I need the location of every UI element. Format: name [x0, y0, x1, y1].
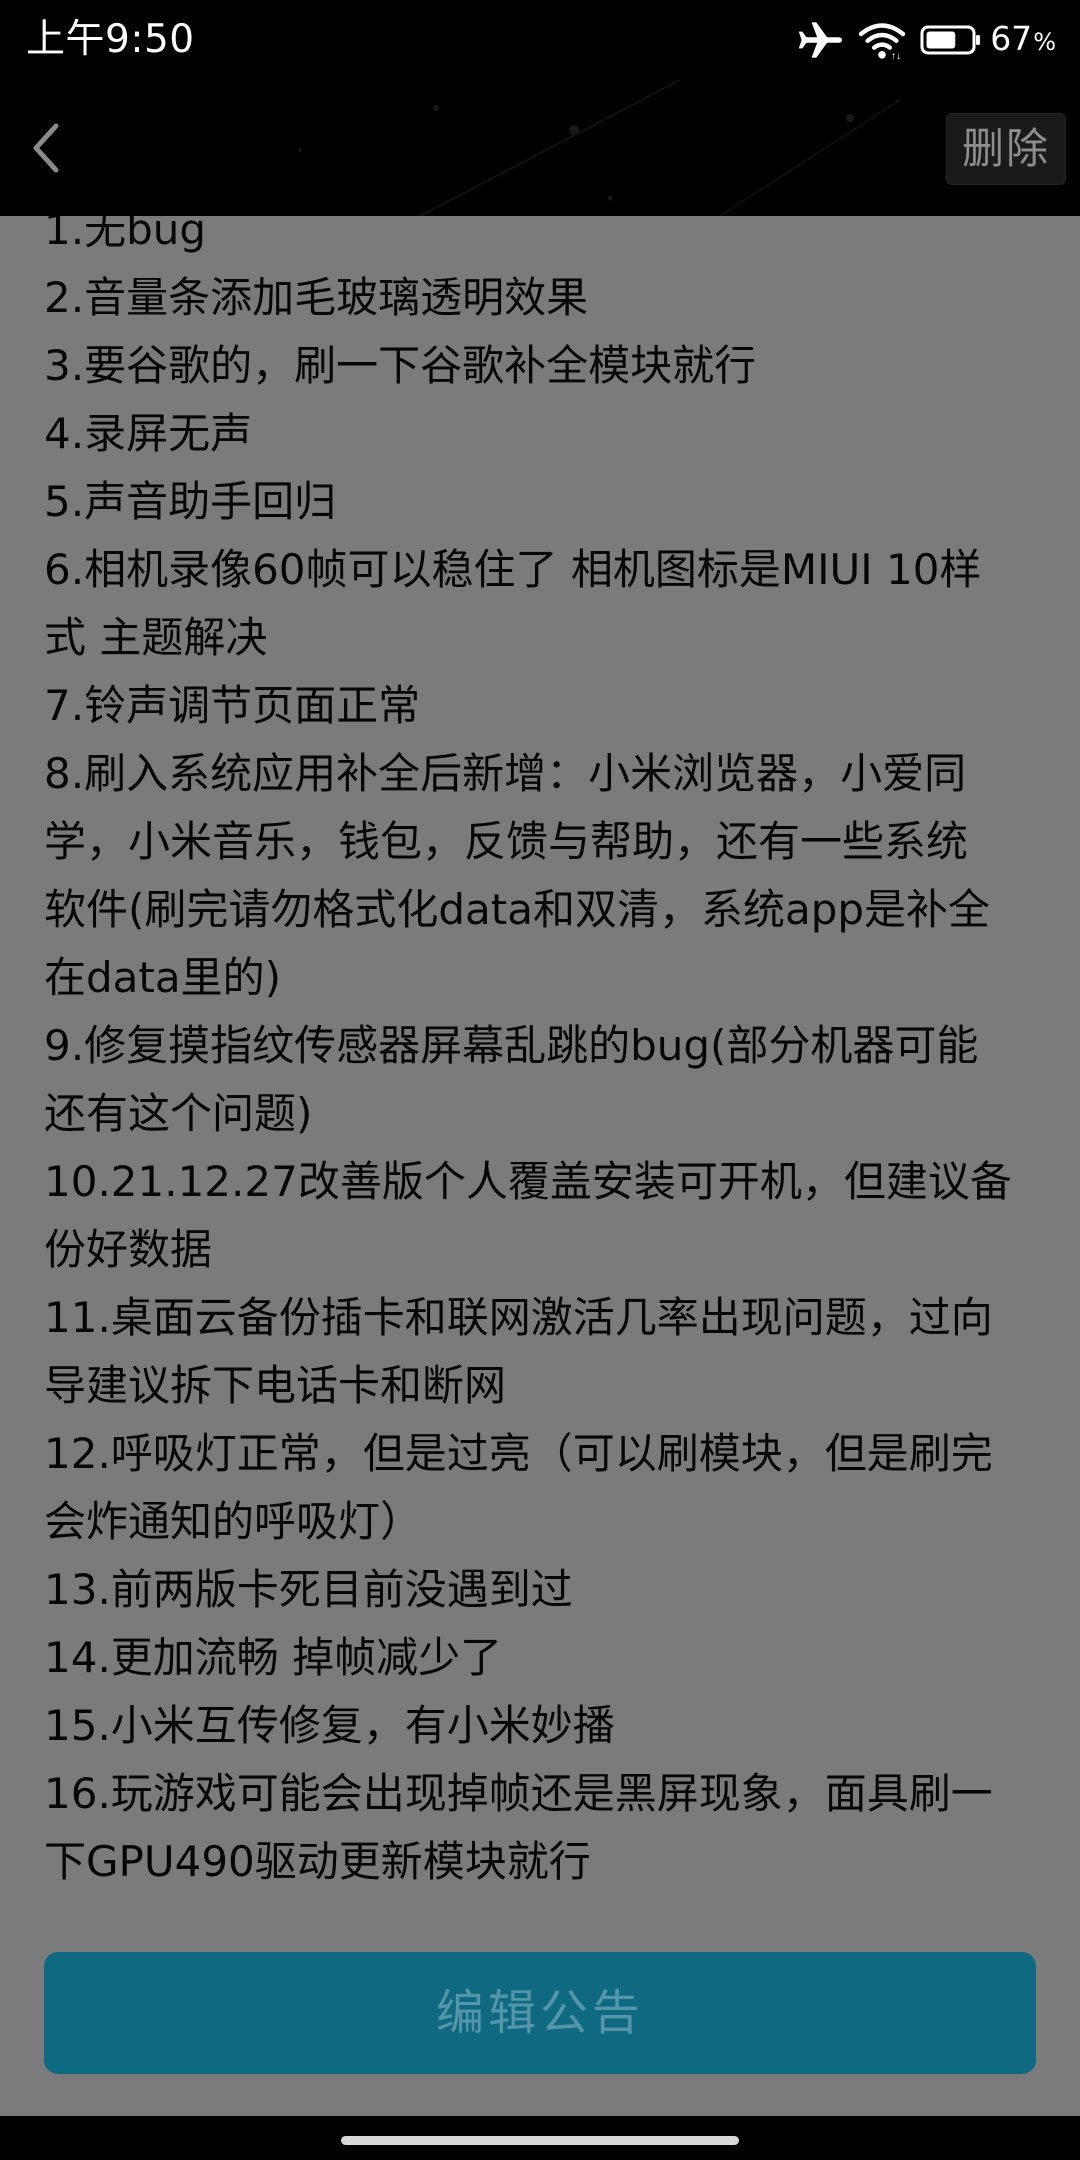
announcement-line: 6.相机录像60帧可以稳住了 相机图标是MIUI 10样: [44, 545, 982, 594]
battery-icon: [920, 23, 982, 57]
delete-button[interactable]: 删除: [946, 113, 1066, 185]
back-button[interactable]: [14, 112, 78, 184]
announcement-line: 导建议拆下电话卡和断网: [44, 1361, 507, 1410]
status-bar: 上午9:50 ↑↓ 67%: [0, 0, 1080, 80]
home-indicator[interactable]: [341, 2136, 739, 2145]
announcement-line: 10.21.12.27改善版个人覆盖安装可开机，但建议备: [44, 1157, 1012, 1206]
announcement-line: 学，小米音乐，钱包，反馈与帮助，还有一些系统: [44, 817, 969, 866]
announcement-line: 2.音量条添加毛玻璃透明效果: [44, 273, 589, 322]
chevron-left-icon: [33, 123, 59, 173]
announcement-line: 3.要谷歌的，刷一下谷歌补全模块就行: [44, 341, 757, 390]
announcement-line: 14.更加流畅 掉帧减少了: [44, 1633, 503, 1682]
navigation-bar: [0, 2116, 1080, 2160]
wifi-icon: ↑↓: [858, 20, 906, 60]
announcement-line: 还有这个问题): [44, 1089, 313, 1138]
announcement-line: 16.玩游戏可能会出现掉帧还是黑屏现象，面具刷一: [44, 1769, 993, 1818]
announcement-line: 7.铃声调节页面正常: [44, 681, 421, 730]
announcement-line: 8.刷入系统应用补全后新增：小米浏览器，小爱同: [44, 749, 967, 798]
battery-unit: %: [1033, 27, 1056, 56]
announcement-line: 下GPU490驱动更新模块就行: [44, 1837, 591, 1886]
announcement-line: 15.小米互传修复，有小米妙播: [44, 1701, 615, 1750]
battery-percentage: 67%: [990, 15, 1056, 66]
title-bar: 删除: [0, 80, 1080, 216]
announcement-line: 4.录屏无声: [44, 409, 253, 458]
announcement-line: 在data里的): [44, 953, 281, 1002]
announcement-line: 会炸通知的呼吸灯）: [44, 1497, 423, 1546]
announcement-line: 式 主题解决: [44, 613, 268, 662]
announcement-line: 1.无bug: [44, 216, 207, 254]
announcement-content[interactable]: 1.无bug 2.音量条添加毛玻璃透明效果 3.要谷歌的，刷一下谷歌补全模块就行…: [0, 216, 1080, 2116]
announcement-line: 份好数据: [44, 1225, 213, 1274]
announcement-line: 11.桌面云备份插卡和联网激活几率出现问题，过向: [44, 1293, 993, 1342]
title-bar-background: [298, 80, 901, 216]
announcement-line: 9.修复摸指纹传感器屏幕乱跳的bug(部分机器可能: [44, 1021, 979, 1070]
announcement-line: 12.呼吸灯正常，但是过亮（可以刷模块，但是刷完: [44, 1429, 993, 1478]
airplane-icon: [796, 20, 844, 60]
announcement-line: 13.前两版卡死目前没遇到过: [44, 1565, 573, 1614]
announcement-text: 1.无bug 2.音量条添加毛玻璃透明效果 3.要谷歌的，刷一下谷歌补全模块就行…: [44, 216, 1044, 1896]
edit-announcement-button[interactable]: 编辑公告: [44, 1952, 1036, 2074]
status-time: 上午9:50: [26, 17, 195, 62]
announcement-line: 软件(刷完请勿格式化data和双清，系统app是补全: [44, 885, 991, 934]
battery-level: 67: [990, 18, 1033, 58]
announcement-line: 5.声音助手回归: [44, 477, 337, 526]
svg-text:↑↓: ↑↓: [891, 51, 901, 60]
status-icons: ↑↓ 67%: [782, 16, 1056, 64]
